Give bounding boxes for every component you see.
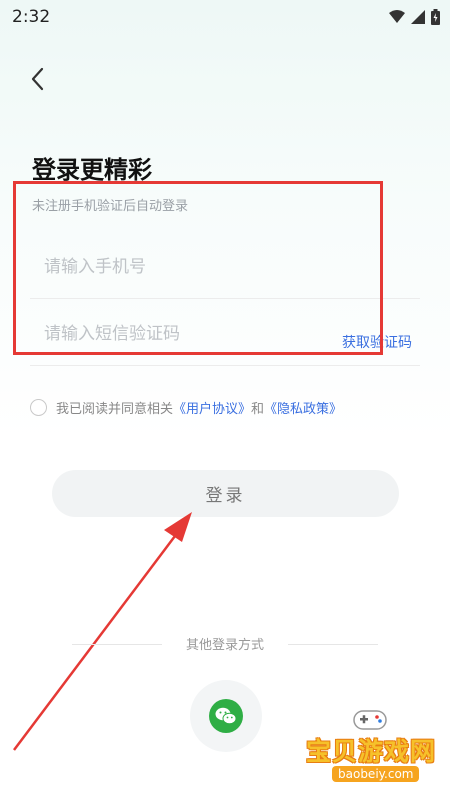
wifi-icon <box>389 10 405 23</box>
gamepad-icon <box>353 710 387 730</box>
watermark-title: 宝贝游戏网 <box>306 737 437 766</box>
status-bar: 2:32 <box>0 0 450 34</box>
privacy-policy-link[interactable]: 《隐私政策》 <box>264 398 342 417</box>
other-login-divider: 其他登录方式 <box>72 634 378 654</box>
page-title: 登录更精彩 <box>32 156 152 184</box>
highlight-annotation-box <box>13 181 383 355</box>
status-icons <box>389 9 440 25</box>
wechat-icon <box>209 699 243 733</box>
signal-icon <box>411 10 425 24</box>
back-arrow-icon[interactable] <box>28 66 48 92</box>
watermark-url: baobeiy.com <box>332 766 420 782</box>
agreement-and: 和 <box>251 402 265 417</box>
user-agreement-link[interactable]: 《用户协议》 <box>173 398 251 417</box>
watermark-logo: 宝贝游戏网 baobeiy.com <box>290 706 440 796</box>
login-button[interactable]: 登录 <box>52 470 399 517</box>
agreement-row: 我已阅读并同意相关 《用户协议》 和 《隐私政策》 <box>30 398 342 417</box>
status-time: 2:32 <box>12 7 51 27</box>
agreement-checkbox[interactable] <box>30 399 47 416</box>
battery-icon <box>431 9 440 25</box>
wechat-login-button[interactable] <box>190 680 262 752</box>
agreement-prefix: 我已阅读并同意相关 <box>56 402 174 417</box>
